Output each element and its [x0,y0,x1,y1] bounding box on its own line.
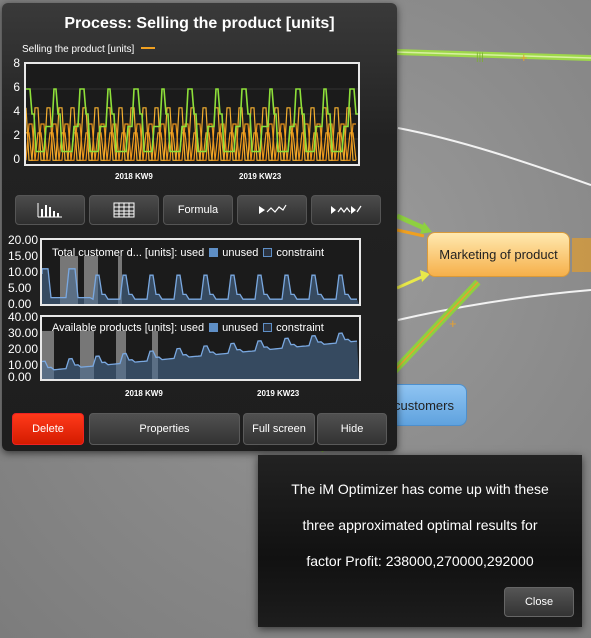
chart1-ytick: 8 [13,56,20,70]
formula-button[interactable]: Formula [163,195,233,225]
chart1-ytick: 2 [13,128,20,142]
selling-product-chart [25,88,358,161]
play-chart-button[interactable] [237,195,307,225]
chart3-xtick: 2019 KW23 [257,389,300,398]
fastforward-chart-button[interactable] [311,195,381,225]
node-label: customers [394,397,454,413]
legend-unused-swatch [263,323,273,332]
connector-white-2 [397,289,591,321]
node-marketing-of-product[interactable]: Marketing of product [427,232,570,277]
connector-marker: ||| [476,52,484,63]
legend-used-swatch [209,248,219,257]
svg-text:+: + [520,50,528,65]
close-button[interactable]: Close [504,587,574,617]
histogram-icon [37,203,62,218]
legend-used-swatch [209,323,219,332]
message-line: factor Profit: 238000,270000,292000 [306,553,534,569]
legend-color-swatch [141,47,156,49]
chart1-xtick: 2018 KW9 [115,172,153,181]
properties-button[interactable]: Properties [89,413,240,445]
message-line: three approximated optimal results for [302,517,538,533]
panel-title: Process: Selling the product [units] [64,15,335,32]
process-panel: Process: Selling the product [units] Sel… [2,3,397,451]
histogram-button[interactable] [15,195,85,225]
chart3-xtick: 2018 KW9 [125,389,163,398]
legend-unused-swatch [263,248,273,257]
table-button[interactable] [89,195,159,225]
message-line: The iM Optimizer has come up with these [291,481,549,497]
node-customers[interactable]: customers [385,384,467,426]
chart3-legend: Available products [units]: used unused co… [52,322,324,334]
chart1-legend: Selling the product [units] [22,44,156,55]
connector-white-1 [397,127,591,186]
fullscreen-button[interactable]: Full screen [243,413,315,445]
chart2-legend: Total customer d... [units]: used unused c… [52,247,325,259]
delete-button[interactable]: Delete [12,413,84,445]
play-chart-icon [259,204,287,214]
chart1-ytick: 6 [13,80,20,94]
chart1-ytick: 4 [13,104,20,118]
hide-button[interactable]: Hide [317,413,387,445]
optimizer-message: The iM Optimizer has come up with these … [268,471,572,579]
table-icon [113,202,135,218]
node-label: Marketing of product [439,247,558,262]
chart1-plot[interactable] [24,62,360,166]
fastforward-chart-icon [331,205,362,214]
svg-text:+: + [449,316,457,331]
chart1-ytick: 0 [13,152,20,166]
optimizer-dialog: The iM Optimizer has come up with these … [258,455,582,627]
chart1-xtick: 2019 KW23 [239,172,282,181]
chart1-series-orange [25,107,356,161]
